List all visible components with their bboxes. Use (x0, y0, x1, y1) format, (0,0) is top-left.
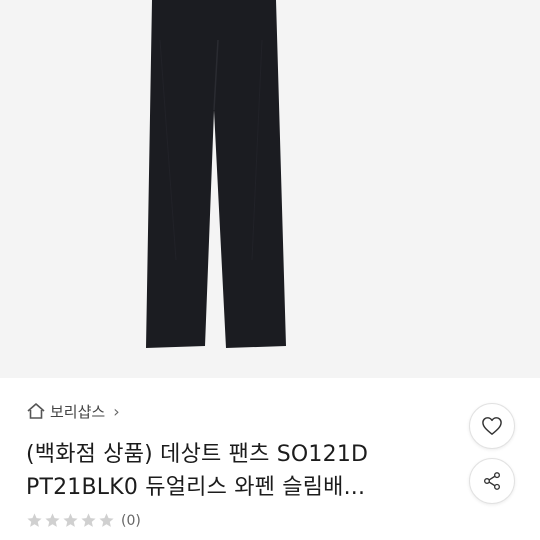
review-count: (0) (121, 512, 141, 529)
share-icon (484, 472, 500, 490)
chevron-right-icon: › (113, 401, 120, 421)
product-title: (백화점 상품) 데상트 팬츠 SO121D PT21BLK0 듀얼리스 와펜 … (26, 438, 446, 504)
store-link[interactable]: 보리샵스 › (26, 400, 120, 422)
rating[interactable]: (0) (26, 512, 141, 529)
product-image[interactable] (0, 0, 540, 378)
product-info: 보리샵스 › (백화점 상품) 데상트 팬츠 SO121D PT21BLK0 듀… (0, 378, 540, 540)
home-icon (26, 402, 46, 420)
rating-stars (26, 512, 115, 529)
product-title-line-2: PT21BLK0 듀얼리스 와펜 슬림배... (26, 475, 366, 500)
share-button[interactable] (469, 458, 515, 504)
star-icon (99, 513, 114, 527)
star-icon (81, 513, 96, 527)
star-icon (63, 513, 78, 527)
star-icon (45, 513, 60, 527)
like-button[interactable] (469, 403, 515, 449)
heart-outline-icon (482, 417, 502, 435)
pants-image (146, 0, 286, 348)
store-name: 보리샵스 (50, 402, 106, 421)
product-title-line-1: (백화점 상품) 데상트 팬츠 SO121D (26, 442, 369, 467)
star-icon (27, 513, 42, 527)
